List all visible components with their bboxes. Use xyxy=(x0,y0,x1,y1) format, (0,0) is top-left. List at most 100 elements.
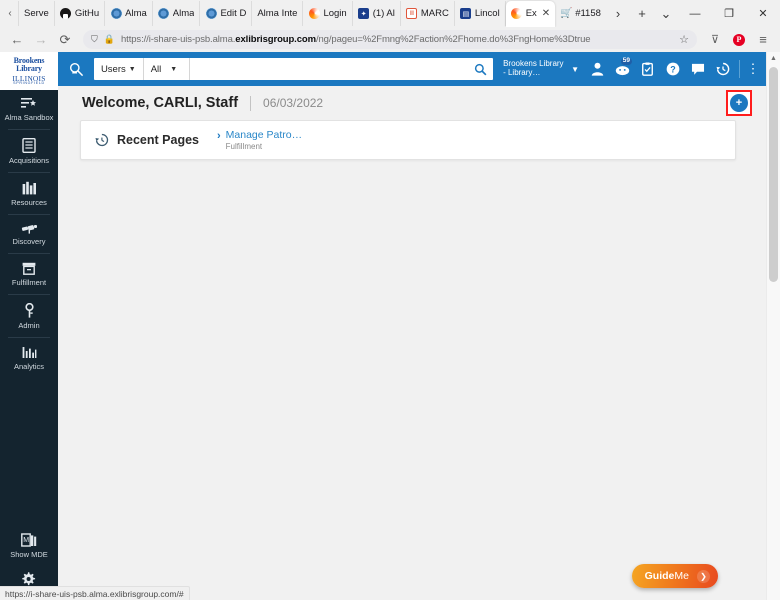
browser-tab-marc[interactable]: Ⅲ MARC xyxy=(401,1,455,26)
sidebar-item-alma-sandbox[interactable]: Alma Sandbox xyxy=(0,90,58,128)
search-scope-dropdown[interactable]: Users ▼ xyxy=(94,58,144,80)
sidebar-item-admin[interactable]: Admin xyxy=(0,296,58,336)
add-widget-wrapper: + xyxy=(726,90,752,116)
sidebar-item-fulfillment[interactable]: Fulfillment xyxy=(0,255,58,293)
resources-books-icon xyxy=(22,181,36,195)
bookmark-star-icon[interactable]: ☆ xyxy=(679,33,689,46)
shield-icon[interactable]: ⛉ xyxy=(91,34,98,45)
window-close-button[interactable]: ✕ xyxy=(746,0,780,27)
user-icon[interactable] xyxy=(585,56,610,82)
browser-tab-alma-1[interactable]: Alma xyxy=(105,1,153,26)
chat-icon[interactable] xyxy=(685,56,710,82)
firefox-icon xyxy=(308,8,320,20)
guideme-bold: Guide xyxy=(644,570,675,582)
page-scrollbar[interactable]: ▲ xyxy=(766,52,780,600)
add-widget-button[interactable]: + xyxy=(730,94,748,112)
sidebar-item-discovery[interactable]: Discovery xyxy=(0,216,58,252)
list-all-tabs-button[interactable]: ⌄ xyxy=(654,0,678,27)
chevron-down-icon: ▼ xyxy=(128,65,136,73)
tab-title: Lincol xyxy=(474,8,500,19)
search-icon[interactable] xyxy=(467,58,493,80)
sidebar-item-label: Show MDE xyxy=(10,550,48,559)
url-bar[interactable]: ⛉ 🔒 https://i-share-uis-psb.alma.exlibri… xyxy=(83,30,697,49)
dashboard-body: Recent Pages › Manage Patro… Fulfillment… xyxy=(58,120,766,600)
browser-tabs: Serve GitHu Alma Alma Edit D Alma Inte L… xyxy=(18,0,606,27)
blue-square-icon: ✦ xyxy=(358,8,370,20)
pinterest-extension-icon[interactable]: P xyxy=(728,29,750,51)
reload-button[interactable]: ⟳ xyxy=(54,29,76,51)
tab-scroll-right-button[interactable]: › xyxy=(606,0,630,27)
sidebar-divider xyxy=(8,253,50,254)
marc-icon: Ⅲ xyxy=(406,8,418,20)
scrollbar-thumb[interactable] xyxy=(769,67,778,282)
app-menu-button[interactable]: ≡ xyxy=(752,29,774,51)
alma-top-icons: 59 ? ⋮ xyxy=(585,56,762,82)
title-divider xyxy=(250,95,252,111)
browser-tab-active-exlibris[interactable]: Ex ✕ xyxy=(505,0,556,27)
search-input[interactable] xyxy=(190,58,467,80)
sidebar-item-label: Fulfillment xyxy=(11,278,47,287)
guideme-label: GuideMe xyxy=(645,570,689,582)
browser-tab-lincoln[interactable]: ▤ Lincol xyxy=(455,1,506,26)
sidebar-item-resources[interactable]: Resources xyxy=(0,174,58,213)
recent-history-icon[interactable] xyxy=(710,56,735,82)
logo-line-2: Library xyxy=(16,64,42,74)
persistent-search-icon[interactable] xyxy=(64,56,90,82)
tab-title: Edit D xyxy=(220,8,247,19)
guideme-button[interactable]: GuideMe ❯ xyxy=(631,564,718,588)
clipboard-icon[interactable] xyxy=(635,56,660,82)
gear-icon xyxy=(22,572,36,586)
browser-tabstrip: ‹ Serve GitHu Alma Alma Edit D Alma Inte… xyxy=(0,0,780,27)
sidebar-item-show-mde[interactable]: M Show MDE xyxy=(0,526,58,565)
sidebar-divider xyxy=(8,172,50,173)
browser-tab-github[interactable]: GitHu xyxy=(55,1,106,26)
help-icon[interactable]: ? xyxy=(660,56,685,82)
tab-title: #1158 xyxy=(575,8,601,19)
card-title: Recent Pages xyxy=(117,133,199,147)
recent-page-item[interactable]: › Manage Patro… Fulfillment xyxy=(217,129,302,151)
window-controls: — ❐ ✕ xyxy=(678,0,780,27)
scroll-up-arrow-icon[interactable]: ▲ xyxy=(770,52,777,65)
archive-box-icon xyxy=(22,262,36,275)
browser-tab-login[interactable]: Login xyxy=(303,1,353,26)
recent-page-link[interactable]: Manage Patro… xyxy=(226,129,302,141)
sidebar-item-label: Alma Sandbox xyxy=(4,113,54,122)
window-restore-button[interactable]: ❐ xyxy=(712,0,746,27)
page-title: Welcome, CARLI, Staff xyxy=(82,95,239,111)
forward-button[interactable]: → xyxy=(30,29,52,51)
alma-search-group: Users ▼ All ▼ xyxy=(93,58,494,80)
browser-tab-alma-mail[interactable]: ✦ (1) Al xyxy=(353,1,401,26)
tab-scroll-left-button[interactable]: ‹ xyxy=(2,0,18,27)
sidebar-item-analytics[interactable]: Analytics xyxy=(0,339,58,377)
sidebar-item-label: Resources xyxy=(11,198,47,207)
sidebar-divider xyxy=(8,337,50,338)
current-date: 06/03/2022 xyxy=(263,96,324,110)
search-filter-dropdown[interactable]: All ▼ xyxy=(144,58,191,80)
add-widget-highlight: + xyxy=(726,90,752,116)
url-domain: exlibrisgroup.com xyxy=(235,34,316,45)
chevron-right-icon: ❯ xyxy=(697,569,710,583)
institution-logo[interactable]: Brookens Library ILLINOIS SPRINGFIELD xyxy=(0,52,58,90)
tab-close-button[interactable]: ✕ xyxy=(542,8,550,19)
browser-tab-alma-2[interactable]: Alma xyxy=(153,1,201,26)
lock-icon[interactable]: 🔒 xyxy=(104,34,115,45)
sidebar-item-acquisitions[interactable]: Acquisitions xyxy=(0,131,58,171)
back-button[interactable]: ← xyxy=(6,29,28,51)
tasks-icon[interactable]: 59 xyxy=(610,56,635,82)
window-minimize-button[interactable]: — xyxy=(678,0,712,27)
more-options-button[interactable]: ⋮ xyxy=(744,56,762,82)
sidebar-divider xyxy=(8,294,50,295)
analytics-chart-icon xyxy=(22,347,36,358)
new-tab-button[interactable]: + xyxy=(630,0,654,27)
history-clock-icon xyxy=(95,133,109,147)
institution-chevron-down-icon[interactable]: ▼ xyxy=(571,65,579,74)
browser-tab-edit-d[interactable]: Edit D xyxy=(200,1,253,26)
browser-tab-ticket-1158[interactable]: 🛒 #1158 xyxy=(555,1,606,26)
browser-tab-alma-interface[interactable]: Alma Inte xyxy=(252,1,304,26)
tab-title: Alma xyxy=(172,8,195,19)
pocket-icon[interactable]: ⊽ xyxy=(704,29,726,51)
tab-title: Alma xyxy=(125,8,147,19)
browser-tab-server[interactable]: Serve xyxy=(18,1,55,26)
github-icon xyxy=(60,8,72,20)
